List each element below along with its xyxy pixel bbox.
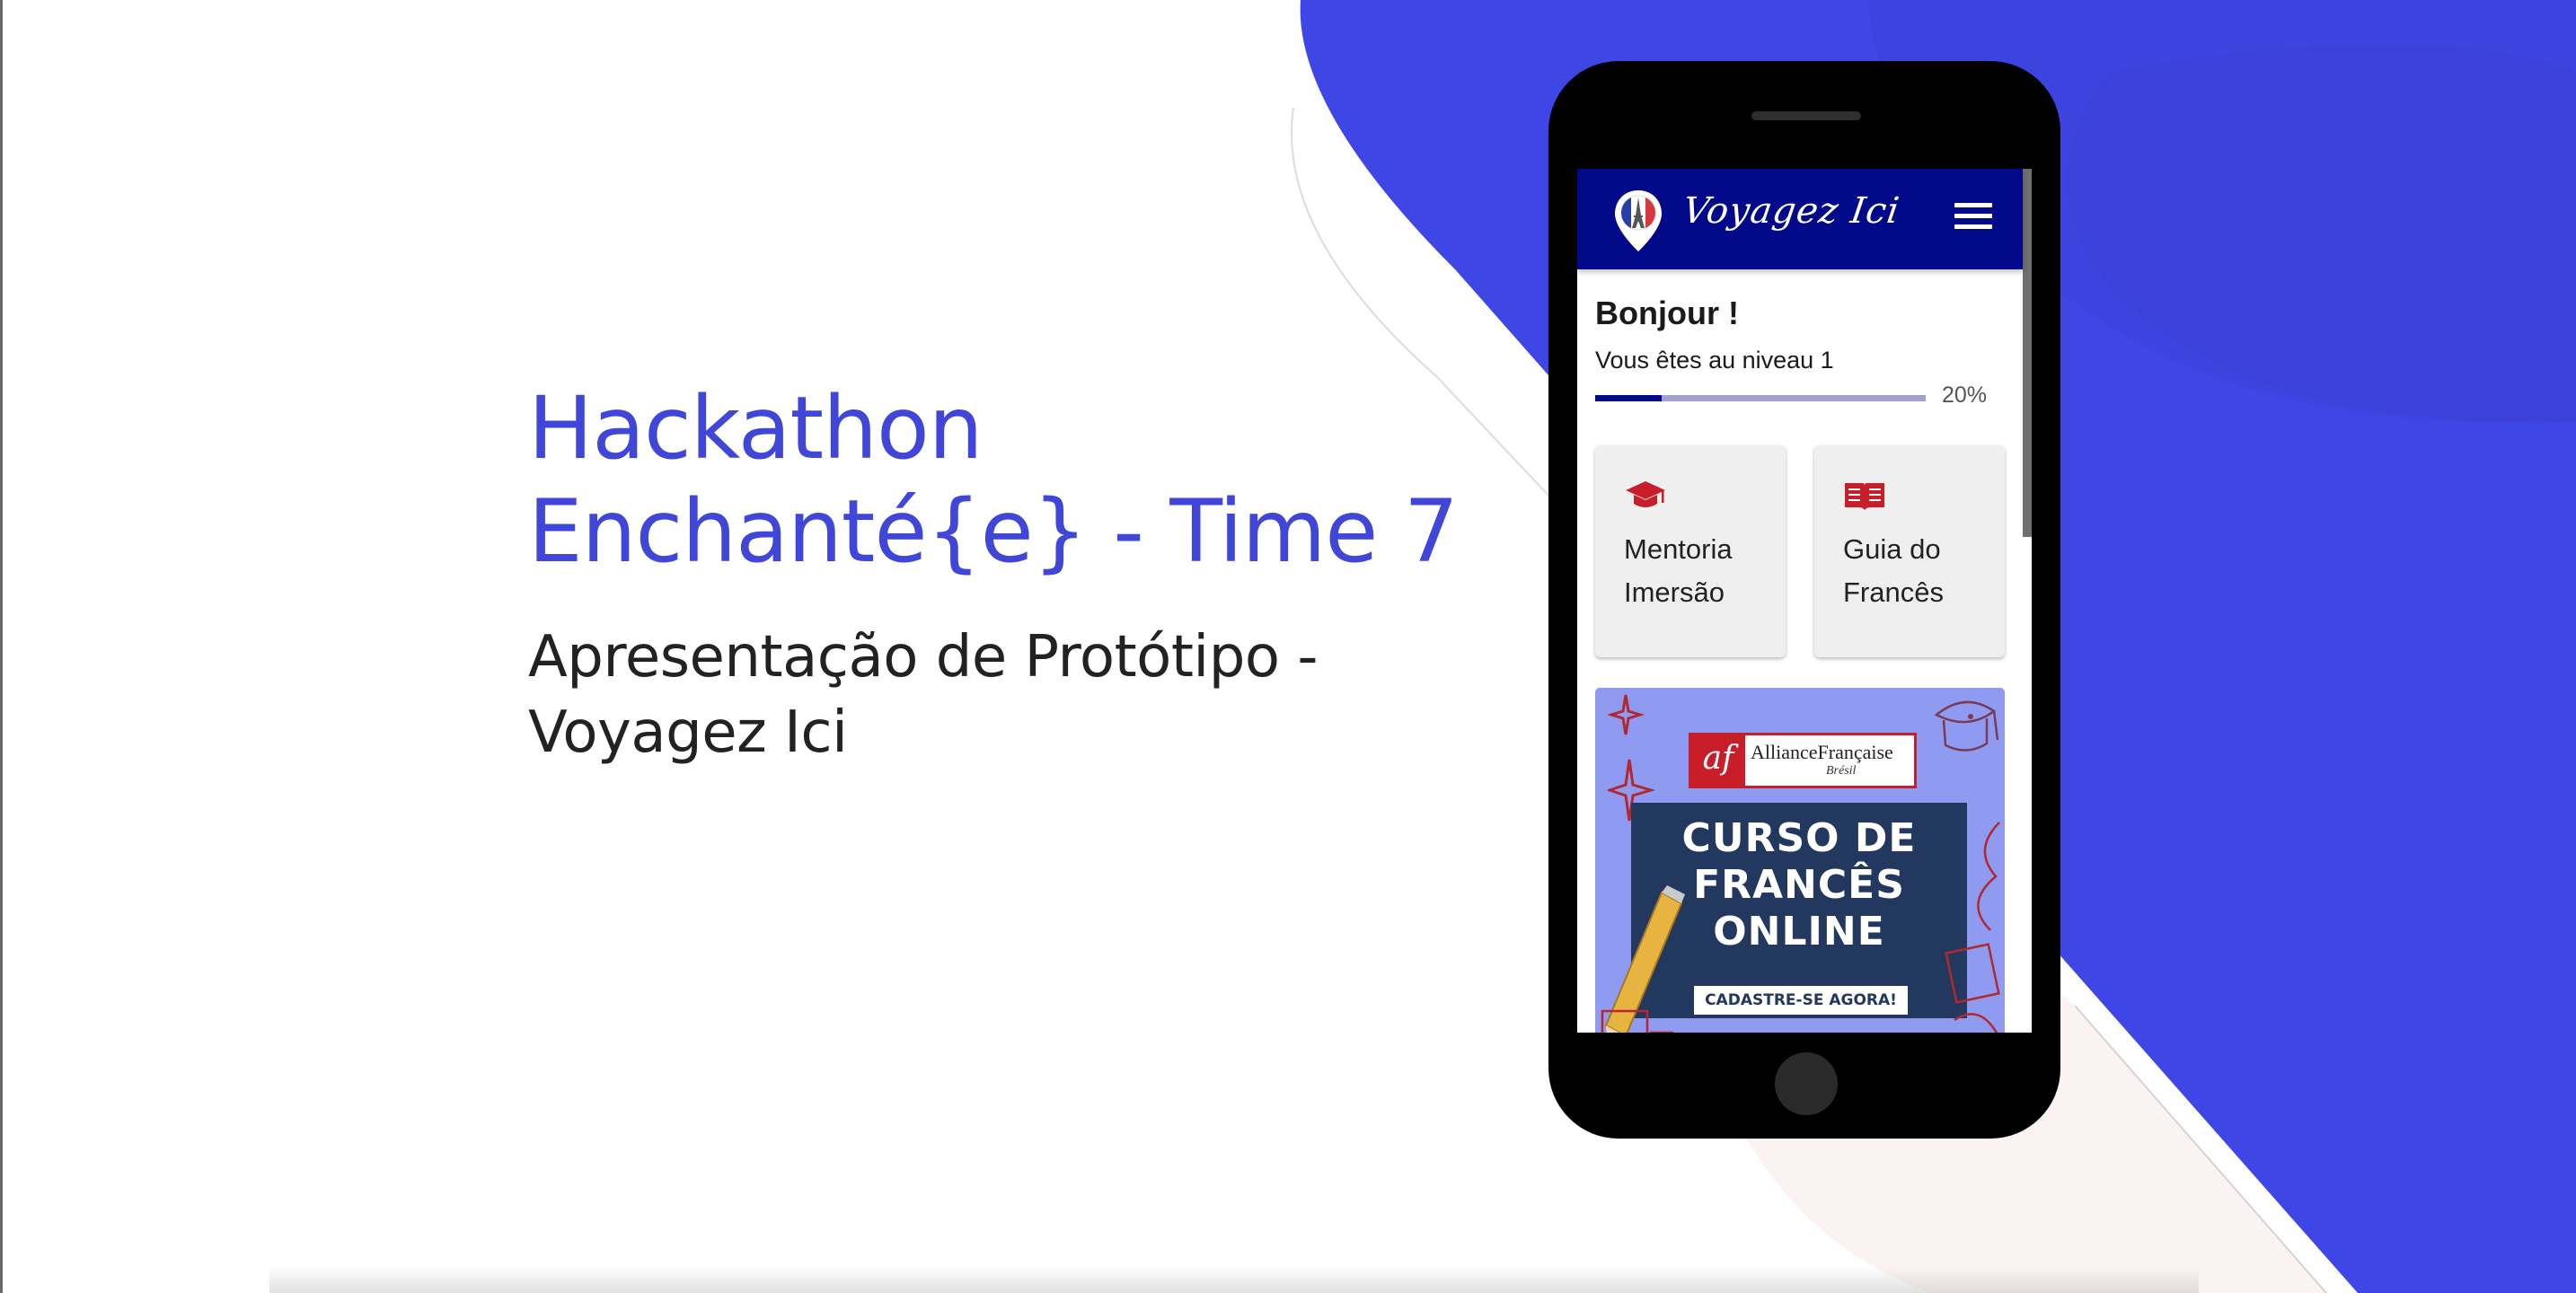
card-guia-do-frances[interactable]: Guia do Francês [1814,445,2005,657]
level-progress-bar [1595,395,1926,401]
slide-title-line-2: Enchanté{e} - Time 7 [528,481,1459,582]
signup-cta-button[interactable]: CADASTRE-SE AGORA! [1694,986,1908,1015]
level-progress-fill [1595,395,1662,401]
promo-banner[interactable]: af AllianceFrançaise Brésil CURSO DE FRA… [1595,688,2005,1033]
box-doodle-icon [1601,1009,1674,1033]
open-book-icon [1845,483,1884,510]
course-headline-line-1: CURSO DE [1681,815,1917,861]
app-brand-name: Voyagez Ici [1680,190,1903,232]
af-country: Brésil [1826,764,1857,778]
bottom-shadow [269,1266,2199,1293]
card-label-line-1: Mentoria [1624,533,1733,565]
hamburger-menu-icon[interactable] [1954,203,1992,232]
eiffel-tower-map-pin-icon[interactable] [1613,189,1663,253]
graduation-cap-doodle-icon [1934,700,1999,752]
level-text: Vous êtes au niveau 1 [1595,347,1834,374]
app-screen[interactable]: Voyagez Ici Bonjour ! Vous êtes au nivea… [1577,169,2032,1033]
slide-title: Hackathon Enchanté{e} - Time 7 [528,377,1459,584]
phone-home-button[interactable] [1775,1052,1838,1115]
af-mark: af [1691,735,1745,786]
window-left-edge [0,0,3,1293]
card-label-line-1: Guia do [1843,533,1941,565]
alliance-francaise-logo: af AllianceFrançaise Brésil [1689,733,1917,788]
card-label-line-2: Francês [1843,576,1944,608]
graduation-cap-icon [1626,481,1665,507]
scrollbar[interactable] [2023,169,2032,537]
slide-subtitle-line-2: Voyagez Ici [528,699,848,766]
slide-subtitle-line-1: Apresentação de Protótipo - [528,624,1318,690]
card-label-line-2: Imersão [1624,576,1725,608]
scribble-doodle-icon [1945,822,2000,1033]
card-mentoria-imersao[interactable]: Mentoria Imersão [1595,445,1786,657]
card-label: Mentoria Imersão [1624,528,1777,614]
app-bar: Voyagez Ici [1577,169,2023,269]
level-progress-percent: 20% [1942,383,1988,408]
phone-mockup: Voyagez Ici Bonjour ! Vous êtes au nivea… [1548,61,2060,1139]
greeting-heading: Bonjour ! [1595,295,1739,331]
slide-subtitle: Apresentação de Protótipo - Voyagez Ici [528,620,1318,770]
card-label: Guia do Francês [1843,528,1996,614]
af-name: AllianceFrançaise [1751,741,1893,763]
phone-speaker [1751,111,1861,120]
slide-title-line-1: Hackathon [528,378,984,479]
